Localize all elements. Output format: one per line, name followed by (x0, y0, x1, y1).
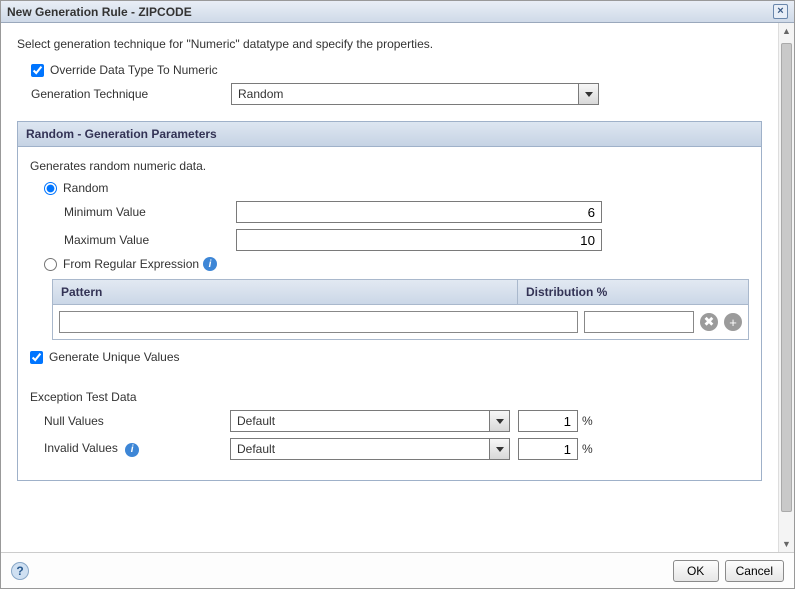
null-select-value: Default (231, 414, 489, 428)
help-icon[interactable]: ? (11, 562, 29, 580)
scroll-down-icon[interactable]: ▼ (779, 536, 794, 552)
scroll-up-icon[interactable]: ▲ (779, 23, 794, 39)
regex-table-header: Pattern Distribution % (53, 280, 748, 305)
regex-table: Pattern Distribution % ✖ + (52, 279, 749, 340)
distribution-input[interactable] (584, 311, 694, 333)
min-label: Minimum Value (64, 205, 236, 219)
chevron-down-icon (578, 84, 598, 104)
invalid-select[interactable]: Default (230, 438, 510, 460)
ok-button[interactable]: OK (673, 560, 719, 582)
chevron-down-icon (489, 439, 509, 459)
regex-table-row: ✖ + (53, 305, 748, 339)
info-icon[interactable]: i (203, 257, 217, 271)
unique-label: Generate Unique Values (49, 350, 180, 364)
panel-header: Random - Generation Parameters (18, 122, 761, 147)
intro-text: Select generation technique for "Numeric… (17, 37, 762, 51)
override-label: Override Data Type To Numeric (50, 63, 218, 77)
regex-radio-row: From Regular Expression i (30, 257, 749, 271)
invalid-label-text: Invalid Values (44, 441, 118, 455)
random-radio[interactable] (44, 182, 57, 195)
delete-row-icon[interactable]: ✖ (700, 313, 718, 331)
exception-header-row: Exception Test Data (30, 390, 749, 404)
invalid-percent-input[interactable] (518, 438, 578, 460)
invalid-values-row: Invalid Values i Default % (30, 438, 749, 460)
random-radio-label: Random (63, 181, 108, 195)
scrollbar-thumb[interactable] (781, 43, 792, 512)
max-value-input[interactable] (236, 229, 602, 251)
null-values-row: Null Values Default % (30, 410, 749, 432)
exception-header: Exception Test Data (30, 390, 137, 404)
close-icon[interactable]: × (773, 4, 788, 19)
parameters-panel: Random - Generation Parameters Generates… (17, 121, 762, 481)
gen-technique-row: Generation Technique Random (17, 83, 762, 105)
panel-description: Generates random numeric data. (30, 159, 749, 173)
gen-technique-select[interactable]: Random (231, 83, 599, 105)
null-label: Null Values (44, 414, 230, 428)
invalid-select-value: Default (231, 442, 489, 456)
invalid-label: Invalid Values i (44, 441, 230, 457)
min-value-input[interactable] (236, 201, 602, 223)
percent-symbol: % (582, 442, 593, 456)
add-row-icon[interactable]: + (724, 313, 742, 331)
unique-checkbox[interactable] (30, 351, 43, 364)
dialog-window: New Generation Rule - ZIPCODE × Select g… (0, 0, 795, 589)
null-percent-input[interactable] (518, 410, 578, 432)
titlebar: New Generation Rule - ZIPCODE × (1, 1, 794, 23)
random-radio-row: Random (30, 181, 749, 195)
cancel-button[interactable]: Cancel (725, 560, 784, 582)
override-row: Override Data Type To Numeric (17, 63, 762, 77)
dialog-title: New Generation Rule - ZIPCODE (7, 5, 192, 19)
col-distribution-header: Distribution % (518, 280, 748, 304)
pattern-input[interactable] (59, 311, 578, 333)
min-row: Minimum Value (30, 201, 749, 223)
info-icon[interactable]: i (125, 443, 139, 457)
chevron-down-icon (489, 411, 509, 431)
regex-radio-label: From Regular Expression (63, 257, 199, 271)
gen-technique-value: Random (232, 87, 578, 101)
content-area: Select generation technique for "Numeric… (1, 23, 778, 552)
regex-radio[interactable] (44, 258, 57, 271)
max-row: Maximum Value (30, 229, 749, 251)
unique-row: Generate Unique Values (30, 350, 749, 364)
percent-symbol: % (582, 414, 593, 428)
max-label: Maximum Value (64, 233, 236, 247)
override-checkbox[interactable] (31, 64, 44, 77)
col-pattern-header: Pattern (53, 280, 518, 304)
dialog-footer: ? OK Cancel (1, 552, 794, 588)
gen-technique-label: Generation Technique (31, 87, 231, 101)
vertical-scrollbar[interactable]: ▲ ▼ (778, 23, 794, 552)
dialog-body: Select generation technique for "Numeric… (1, 23, 794, 552)
null-select[interactable]: Default (230, 410, 510, 432)
panel-body: Generates random numeric data. Random Mi… (18, 147, 761, 480)
